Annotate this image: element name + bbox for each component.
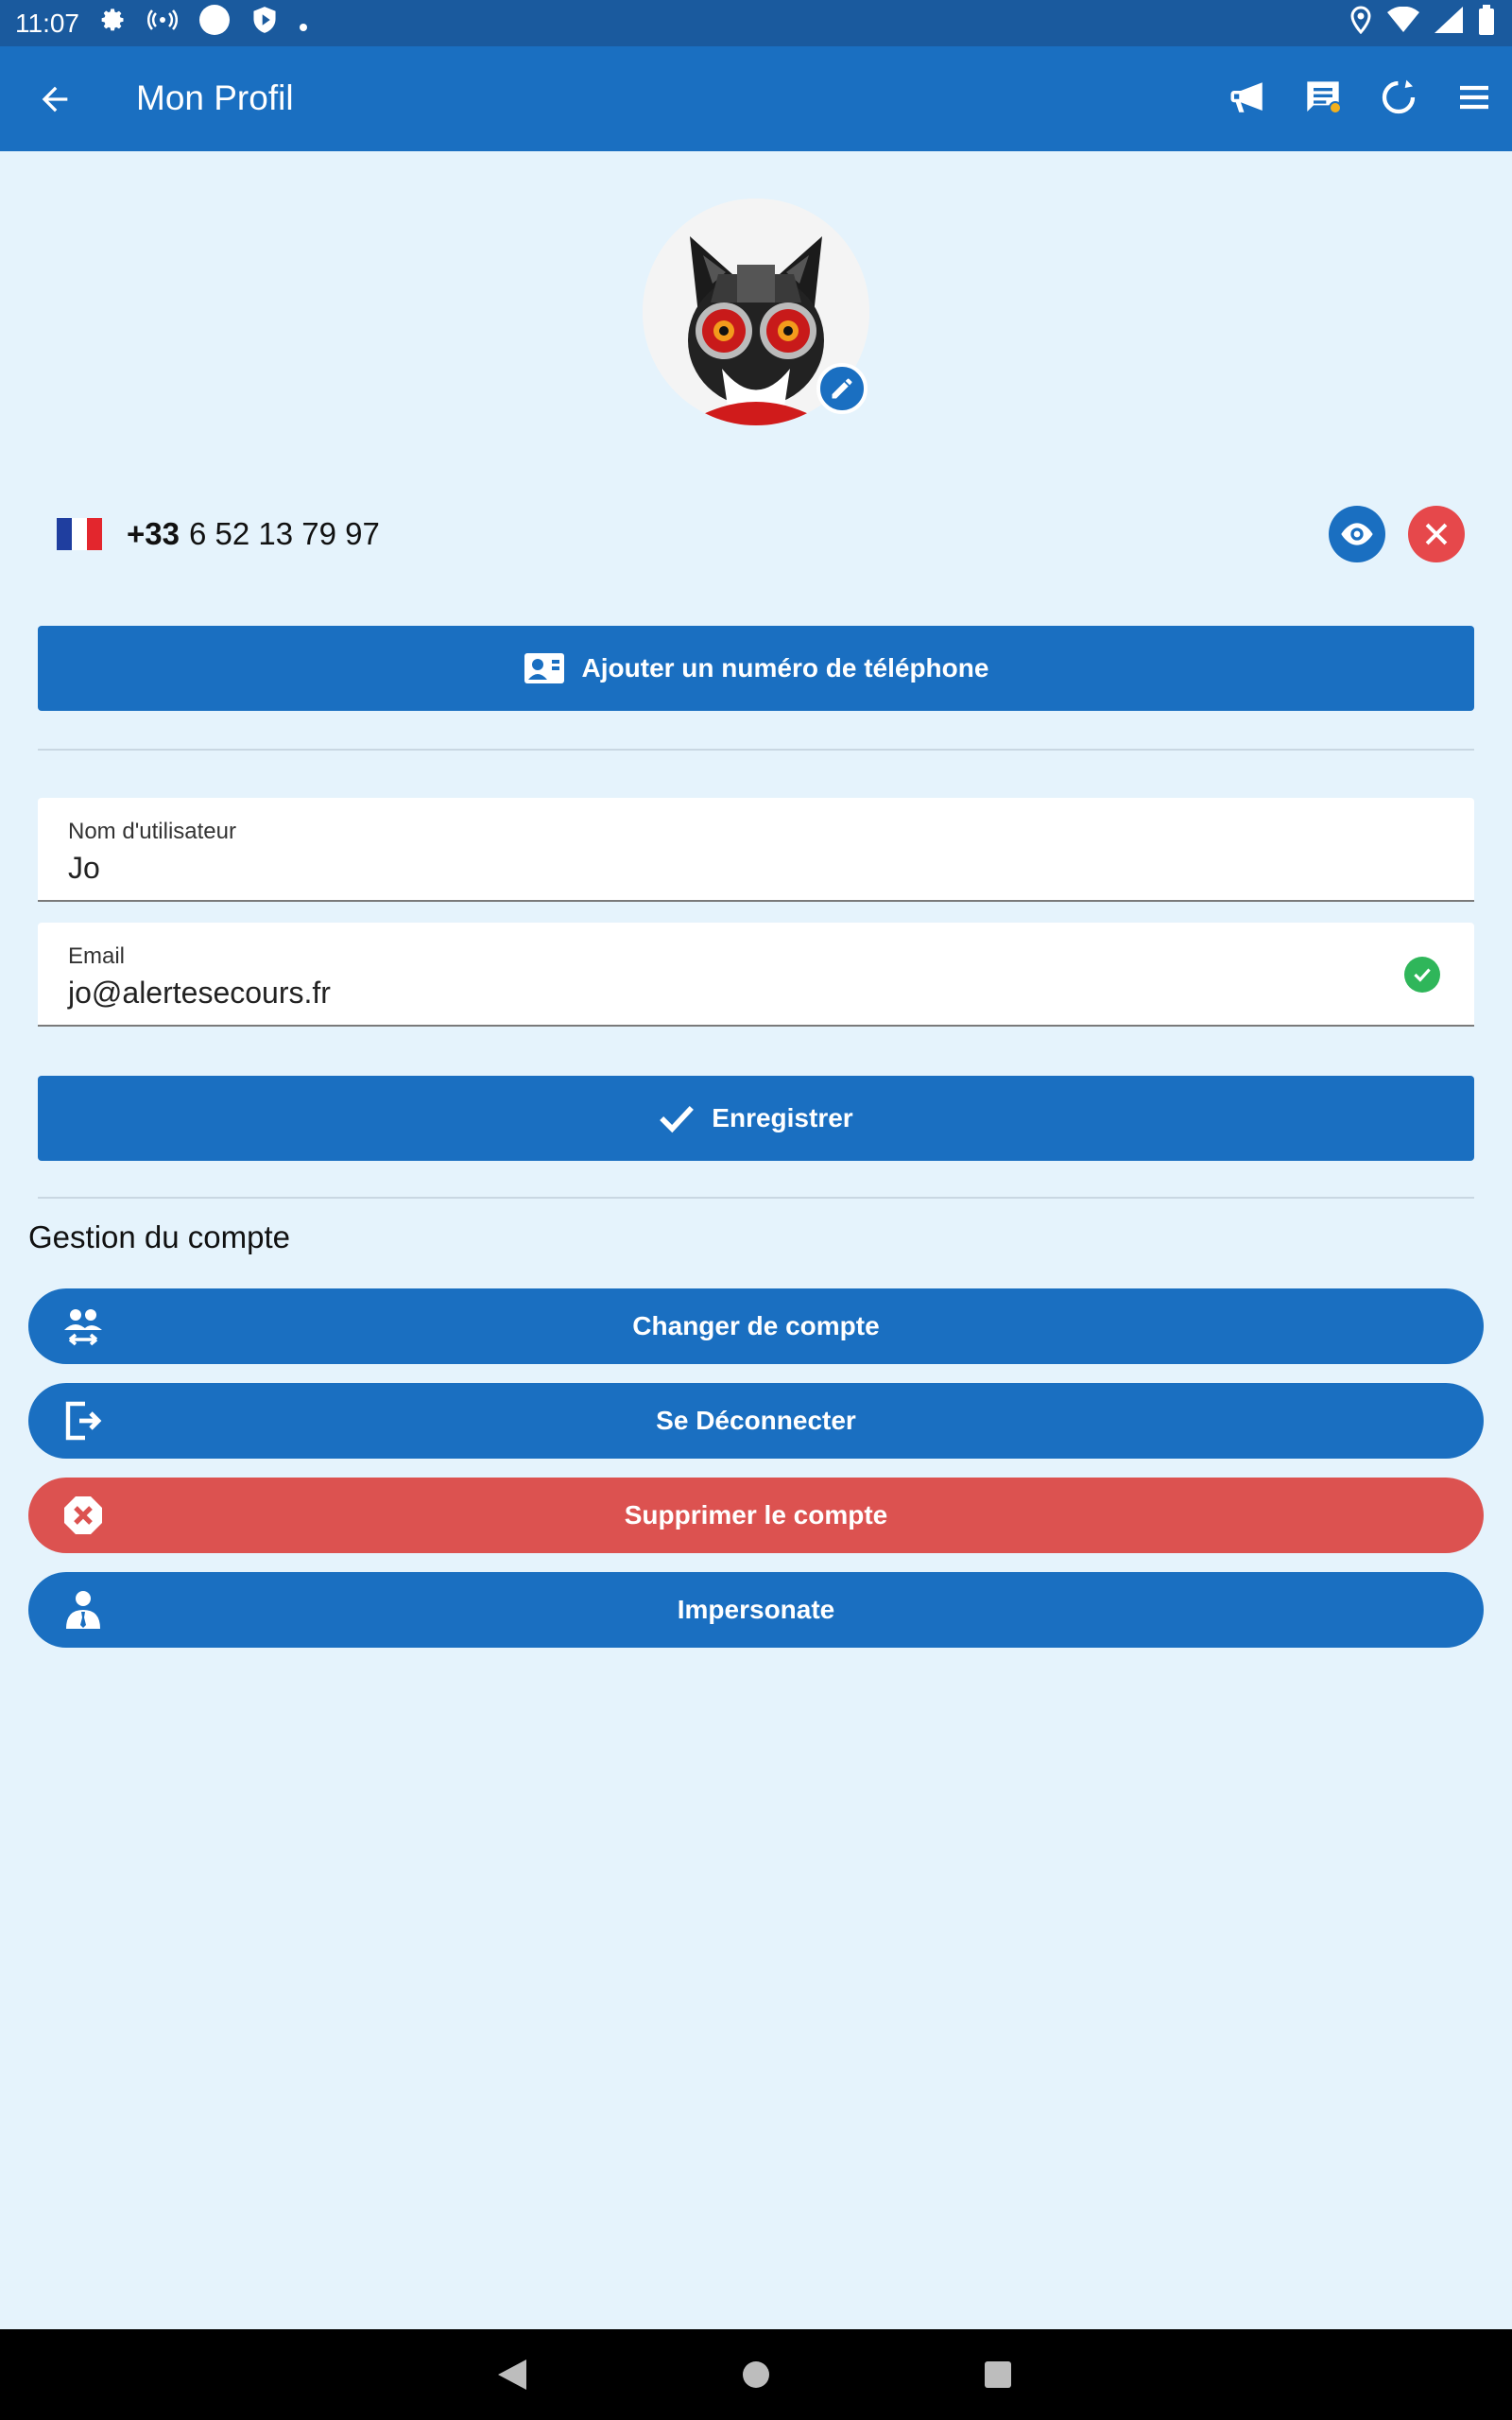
eye-icon bbox=[1341, 523, 1373, 545]
shield-icon bbox=[251, 6, 278, 41]
refresh-button[interactable] bbox=[1374, 73, 1423, 122]
edit-avatar-button[interactable] bbox=[816, 363, 868, 414]
dot-icon bbox=[299, 9, 308, 39]
delete-account-button[interactable]: Supprimer le compte bbox=[28, 1478, 1484, 1553]
phone-country-code: +33 bbox=[127, 516, 180, 551]
status-time: 11:07 bbox=[15, 8, 79, 38]
refresh-icon bbox=[1382, 79, 1416, 114]
menu-icon bbox=[1460, 85, 1488, 110]
save-label: Enregistrer bbox=[712, 1103, 853, 1132]
megaphone-icon bbox=[1230, 82, 1263, 112]
messages-button[interactable] bbox=[1298, 73, 1348, 122]
wifi-icon bbox=[1387, 6, 1419, 40]
add-phone-button[interactable]: Ajouter un numéro de téléphone bbox=[38, 626, 1474, 711]
username-field[interactable]: Nom d'utilisateur Jo bbox=[38, 798, 1474, 902]
wireless-icon bbox=[147, 7, 178, 40]
close-icon bbox=[1425, 523, 1448, 545]
nav-recents-button[interactable] bbox=[975, 2352, 1021, 2397]
save-button[interactable]: Enregistrer bbox=[38, 1076, 1474, 1161]
username-value: Jo bbox=[68, 851, 100, 885]
logout-button[interactable]: Se Déconnecter bbox=[28, 1383, 1484, 1459]
back-button[interactable] bbox=[30, 75, 79, 124]
app-bar: Mon Profil bbox=[0, 46, 1512, 151]
arrow-left-icon bbox=[42, 86, 68, 112]
contact-card-icon bbox=[524, 653, 564, 683]
page-title: Mon Profil bbox=[136, 78, 294, 117]
username-label: Nom d'utilisateur bbox=[68, 819, 236, 844]
france-flag-icon bbox=[57, 518, 102, 550]
verified-check-icon bbox=[1404, 957, 1440, 993]
delete-icon bbox=[60, 1493, 106, 1538]
circle-icon bbox=[198, 4, 231, 43]
remove-phone-button[interactable] bbox=[1408, 506, 1465, 562]
location-icon bbox=[1349, 6, 1372, 41]
divider bbox=[38, 749, 1474, 751]
nav-home-button[interactable] bbox=[733, 2352, 779, 2397]
logout-icon bbox=[60, 1398, 106, 1443]
battery-icon bbox=[1478, 5, 1495, 42]
switch-account-button[interactable]: Changer de compte bbox=[28, 1288, 1484, 1364]
impersonate-label: Impersonate bbox=[677, 1595, 835, 1624]
menu-button[interactable] bbox=[1450, 73, 1499, 122]
system-nav-bar bbox=[0, 2329, 1512, 2420]
switch-account-icon bbox=[60, 1304, 106, 1349]
impersonate-button[interactable]: Impersonate bbox=[28, 1572, 1484, 1648]
add-phone-label: Ajouter un numéro de téléphone bbox=[581, 653, 989, 683]
phone-number: 6 52 13 79 97 bbox=[188, 516, 380, 551]
phone-row: +33 6 52 13 79 97 bbox=[57, 501, 1465, 567]
divider bbox=[38, 1197, 1474, 1199]
signal-icon bbox=[1435, 7, 1463, 40]
notification-dot bbox=[1329, 101, 1342, 114]
logout-label: Se Déconnecter bbox=[656, 1406, 856, 1435]
switch-account-label: Changer de compte bbox=[632, 1311, 880, 1340]
status-bar: 11:07 bbox=[0, 0, 1512, 46]
megaphone-button[interactable] bbox=[1223, 73, 1272, 122]
nav-back-button[interactable] bbox=[490, 2352, 535, 2397]
gear-icon bbox=[100, 7, 127, 40]
avatar[interactable] bbox=[643, 199, 869, 425]
email-label: Email bbox=[68, 943, 126, 969]
delete-account-label: Supprimer le compte bbox=[624, 1500, 888, 1530]
user-tie-icon bbox=[60, 1587, 106, 1633]
triangle-back-icon bbox=[498, 2360, 526, 2390]
check-icon bbox=[660, 1105, 695, 1133]
email-field[interactable]: Email jo@alertesecours.fr bbox=[38, 923, 1474, 1027]
view-phone-button[interactable] bbox=[1329, 506, 1385, 562]
square-recents-icon bbox=[985, 2361, 1011, 2388]
pencil-icon bbox=[832, 378, 852, 399]
section-title: Gestion du compte bbox=[28, 1219, 290, 1254]
home-circle-icon bbox=[743, 2361, 769, 2388]
email-value: jo@alertesecours.fr bbox=[68, 976, 331, 1010]
